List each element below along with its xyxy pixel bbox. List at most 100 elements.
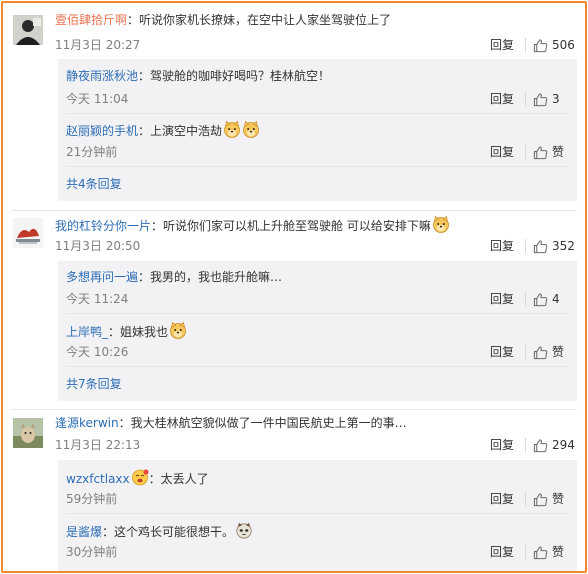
reply-line: 静夜雨涨秋池：驾驶舱的咖啡好喝吗？桂林航空！	[66, 68, 330, 84]
comment-line: 我的杠铃分你一片：听说你们家可以机上升舱至驾驶舱 可以给安排下嘛	[55, 215, 450, 234]
reply-text: ：我男的，我也能升舱嘛…	[138, 270, 283, 284]
reply-line: 赵丽颖的手机：上演空中浩劫	[66, 120, 260, 139]
reply-button[interactable]: 回复	[490, 344, 514, 360]
reply-divider	[66, 513, 569, 514]
reply-button[interactable]: 回复	[490, 544, 514, 560]
like-button[interactable]: 294	[533, 437, 575, 453]
doge-emoji-icon	[432, 215, 450, 233]
like-button[interactable]: 赞	[533, 491, 564, 507]
reply-button[interactable]: 回复	[490, 91, 514, 107]
like-button[interactable]: 3	[533, 91, 560, 107]
thread-divider	[11, 210, 577, 211]
like-button[interactable]: 506	[533, 37, 575, 53]
reply-button[interactable]: 回复	[490, 37, 514, 53]
reply-button[interactable]: 回复	[490, 144, 514, 160]
comment-line: 壹佰肆拾斤啊：听说你家机长撩妹，在空中让人家坐驾驶位上了	[55, 12, 391, 28]
reply-line: 多想再问一遍：我男的，我也能升舱嘛…	[66, 269, 282, 285]
reply-button[interactable]: 回复	[490, 491, 514, 507]
crying-emoji-icon	[131, 468, 149, 486]
more-replies-link[interactable]: 共4条回复	[66, 176, 122, 192]
comment-text: ：听说你们家可以机上升舱至驾驶舱 可以给安排下嘛	[151, 219, 431, 233]
like-button[interactable]: 赞	[533, 544, 564, 560]
avatar[interactable]	[13, 218, 43, 248]
action-divider	[525, 492, 526, 506]
reply-text: ：太丢人了	[148, 472, 209, 486]
reply-divider	[66, 313, 569, 314]
reply-username[interactable]: 多想再问一遍	[66, 270, 138, 284]
cat-emoji-icon	[235, 521, 253, 539]
doge-emoji-icon	[242, 120, 260, 138]
reply-divider	[66, 113, 569, 114]
like-count: 赞	[552, 345, 565, 359]
reply-button[interactable]: 回复	[490, 291, 514, 307]
thumbs-up-icon	[533, 492, 548, 507]
comment-username[interactable]: 逢源kerwin	[55, 416, 119, 430]
reply-timestamp: 今天 11:24	[66, 292, 129, 306]
like-count: 3	[552, 92, 560, 106]
reply-line: wzxfctlaxx ：太丢人了	[66, 468, 209, 487]
like-button[interactable]: 4	[533, 291, 560, 307]
avatar[interactable]	[13, 15, 43, 45]
reply-username[interactable]: 静夜雨涨秋池	[66, 69, 138, 83]
reply-button[interactable]: 回复	[490, 238, 514, 254]
like-button[interactable]: 352	[533, 238, 575, 254]
comment-list-panel: 壹佰肆拾斤啊：听说你家机长撩妹，在空中让人家坐驾驶位上了 11月3日 20:27…	[1, 1, 587, 573]
like-button[interactable]: 赞	[533, 344, 564, 360]
reply-timestamp: 30分钟前	[66, 545, 118, 559]
action-divider	[525, 92, 526, 106]
like-count: 赞	[552, 145, 565, 159]
reply-text: ：上演空中浩劫	[138, 124, 223, 138]
reply-username[interactable]: 上岸鸭_	[66, 325, 108, 339]
thumbs-up-icon	[533, 239, 548, 254]
reply-text: ：姐妹我也	[108, 325, 169, 339]
comment-timestamp: 11月3日 20:50	[55, 239, 141, 253]
like-count: 4	[552, 292, 560, 306]
avatar[interactable]	[13, 418, 43, 448]
action-divider	[525, 292, 526, 306]
comment-text: ：我大桂林航空貌似做了一件中国民航史上第一的事…	[118, 416, 407, 430]
reply-username[interactable]: 赵丽颖的手机	[66, 124, 138, 138]
reply-timestamp: 今天 10:26	[66, 345, 129, 359]
doge-emoji-icon	[169, 321, 187, 339]
like-count: 352	[552, 239, 575, 253]
like-count: 赞	[552, 492, 565, 506]
reply-text: ：驾驶舱的咖啡好喝吗？桂林航空！	[138, 69, 331, 83]
comment-text: ：听说你家机长撩妹，在空中让人家坐驾驶位上了	[127, 13, 392, 27]
reply-timestamp: 21分钟前	[66, 145, 118, 159]
comment-line: 逢源kerwin：我大桂林航空貌似做了一件中国民航史上第一的事…	[55, 415, 407, 431]
action-divider	[525, 145, 526, 159]
like-count: 赞	[552, 545, 565, 559]
thumbs-up-icon	[533, 345, 548, 360]
action-divider	[525, 38, 526, 52]
comment-timestamp: 11月3日 20:27	[55, 38, 141, 52]
thumbs-up-icon	[533, 92, 548, 107]
comment-timestamp: 11月3日 22:13	[55, 438, 141, 452]
thread-divider	[11, 409, 577, 410]
comment-username[interactable]: 我的杠铃分你一片	[55, 219, 151, 233]
thumbs-up-icon	[533, 545, 548, 560]
reply-line: 上岸鸭_：姐妹我也	[66, 321, 187, 340]
thumbs-up-icon	[533, 145, 548, 160]
more-replies-link[interactable]: 共7条回复	[66, 376, 122, 392]
action-divider	[525, 239, 526, 253]
reply-line: 是酱爆：这个鸡长可能很想干。	[66, 521, 253, 540]
like-count: 506	[552, 38, 575, 52]
action-divider	[525, 345, 526, 359]
like-button[interactable]: 赞	[533, 144, 564, 160]
reply-button[interactable]: 回复	[490, 437, 514, 453]
reply-timestamp: 59分钟前	[66, 492, 118, 506]
reply-divider	[66, 366, 569, 367]
reply-username[interactable]: 是酱爆	[66, 525, 102, 539]
thumbs-up-icon	[533, 38, 548, 53]
comment-username[interactable]: 壹佰肆拾斤啊	[55, 13, 127, 27]
reply-timestamp: 今天 11:04	[66, 92, 129, 106]
action-divider	[525, 545, 526, 559]
reply-divider	[66, 166, 569, 167]
reply-username[interactable]: wzxfctlaxx	[66, 472, 130, 486]
thumbs-up-icon	[533, 292, 548, 307]
action-divider	[525, 438, 526, 452]
like-count: 294	[552, 438, 575, 452]
thumbs-up-icon	[533, 438, 548, 453]
reply-text: ：这个鸡长可能很想干。	[102, 525, 235, 539]
doge-emoji-icon	[223, 120, 241, 138]
